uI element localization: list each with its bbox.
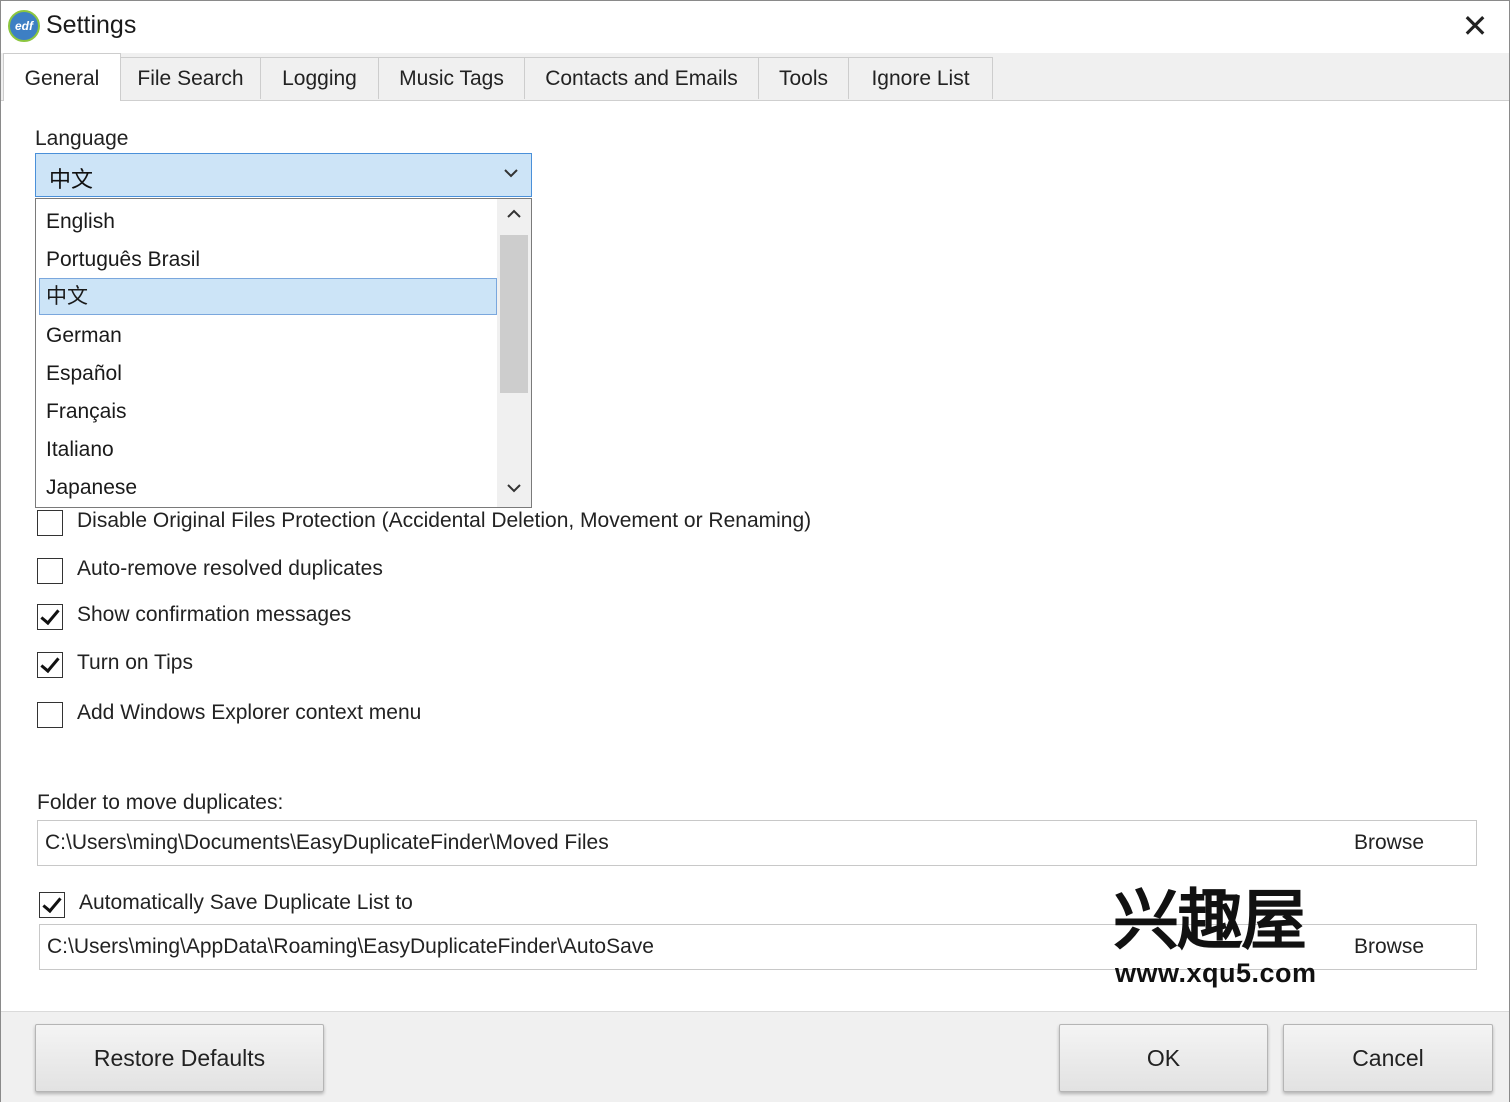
language-option-english[interactable]: English — [39, 203, 497, 240]
cancel-button[interactable]: Cancel — [1283, 1024, 1493, 1092]
app-logo-icon: edf — [8, 10, 40, 42]
autosave-label: Automatically Save Duplicate List to — [79, 891, 413, 914]
checkbox-label: Add Windows Explorer context menu — [77, 701, 422, 724]
checkbox-box[interactable] — [37, 510, 63, 536]
language-selected-value: 中文 — [49, 167, 94, 192]
restore-defaults-button[interactable]: Restore Defaults — [35, 1024, 324, 1092]
tab-file-search[interactable]: File Search — [120, 57, 261, 99]
tab-music-tags[interactable]: Music Tags — [378, 57, 525, 99]
chevron-up-icon[interactable] — [497, 201, 531, 231]
watermark-url: www.xqu5.com — [1115, 958, 1317, 988]
checkbox-box[interactable] — [37, 558, 63, 584]
checkbox-label: Auto-remove resolved duplicates — [77, 557, 383, 580]
dropdown-scrollbar[interactable] — [497, 199, 531, 507]
tab-strip: General File Search Logging Music Tags C… — [1, 53, 1509, 101]
tab-general[interactable]: General — [3, 53, 121, 101]
window-title: Settings — [46, 11, 137, 39]
tab-tools[interactable]: Tools — [758, 57, 849, 99]
button-bar: Restore Defaults OK Cancel — [1, 1011, 1509, 1102]
autosave-browse-button[interactable]: Browse — [1354, 935, 1424, 959]
tab-contacts-and-emails[interactable]: Contacts and Emails — [524, 57, 759, 99]
language-option-portuguese-brasil[interactable]: Português Brasil — [39, 241, 497, 278]
language-dropdown-list: English Português Brasil 中文 German Españ… — [35, 198, 532, 508]
checkbox-box-checked[interactable] — [37, 652, 63, 678]
watermark-chinese-text: 兴趣屋 — [1113, 882, 1307, 959]
move-folder-browse-button[interactable]: Browse — [1354, 831, 1424, 855]
close-button[interactable]: ✕ — [1455, 7, 1495, 47]
checkbox-box-checked[interactable] — [39, 892, 65, 918]
settings-window: edf Settings ✕ General File Search Loggi… — [0, 0, 1510, 1102]
checkbox-box[interactable] — [37, 702, 63, 728]
checkbox-label: Show confirmation messages — [77, 603, 352, 626]
language-label: Language — [35, 127, 129, 150]
language-select[interactable]: 中文 — [35, 153, 532, 197]
move-folder-label: Folder to move duplicates: — [37, 791, 284, 814]
chevron-down-icon — [503, 163, 519, 184]
language-option-francais[interactable]: Français — [39, 393, 497, 430]
language-option-chinese[interactable]: 中文 — [39, 278, 497, 315]
chevron-down-icon[interactable] — [497, 475, 531, 505]
ok-button[interactable]: OK — [1059, 1024, 1268, 1092]
checkbox-label: Turn on Tips — [77, 651, 193, 674]
move-folder-path: C:\Users\ming\Documents\EasyDuplicateFin… — [45, 831, 609, 854]
move-folder-field[interactable]: C:\Users\ming\Documents\EasyDuplicateFin… — [37, 820, 1477, 866]
title-bar: edf Settings ✕ — [1, 1, 1509, 53]
tab-ignore-list[interactable]: Ignore List — [848, 57, 993, 99]
language-option-japanese[interactable]: Japanese — [39, 469, 497, 506]
tab-logging[interactable]: Logging — [260, 57, 379, 99]
checkbox-label: Disable Original Files Protection (Accid… — [77, 509, 812, 532]
watermark-logo: 兴趣屋 www.xqu5.com — [1113, 886, 1337, 991]
autosave-path: C:\Users\ming\AppData\Roaming\EasyDuplic… — [47, 935, 654, 958]
scrollbar-thumb[interactable] — [500, 235, 528, 393]
checkbox-box-checked[interactable] — [37, 604, 63, 630]
language-option-german[interactable]: German — [39, 317, 497, 354]
language-option-espanol[interactable]: Español — [39, 355, 497, 392]
language-option-italiano[interactable]: Italiano — [39, 431, 497, 468]
